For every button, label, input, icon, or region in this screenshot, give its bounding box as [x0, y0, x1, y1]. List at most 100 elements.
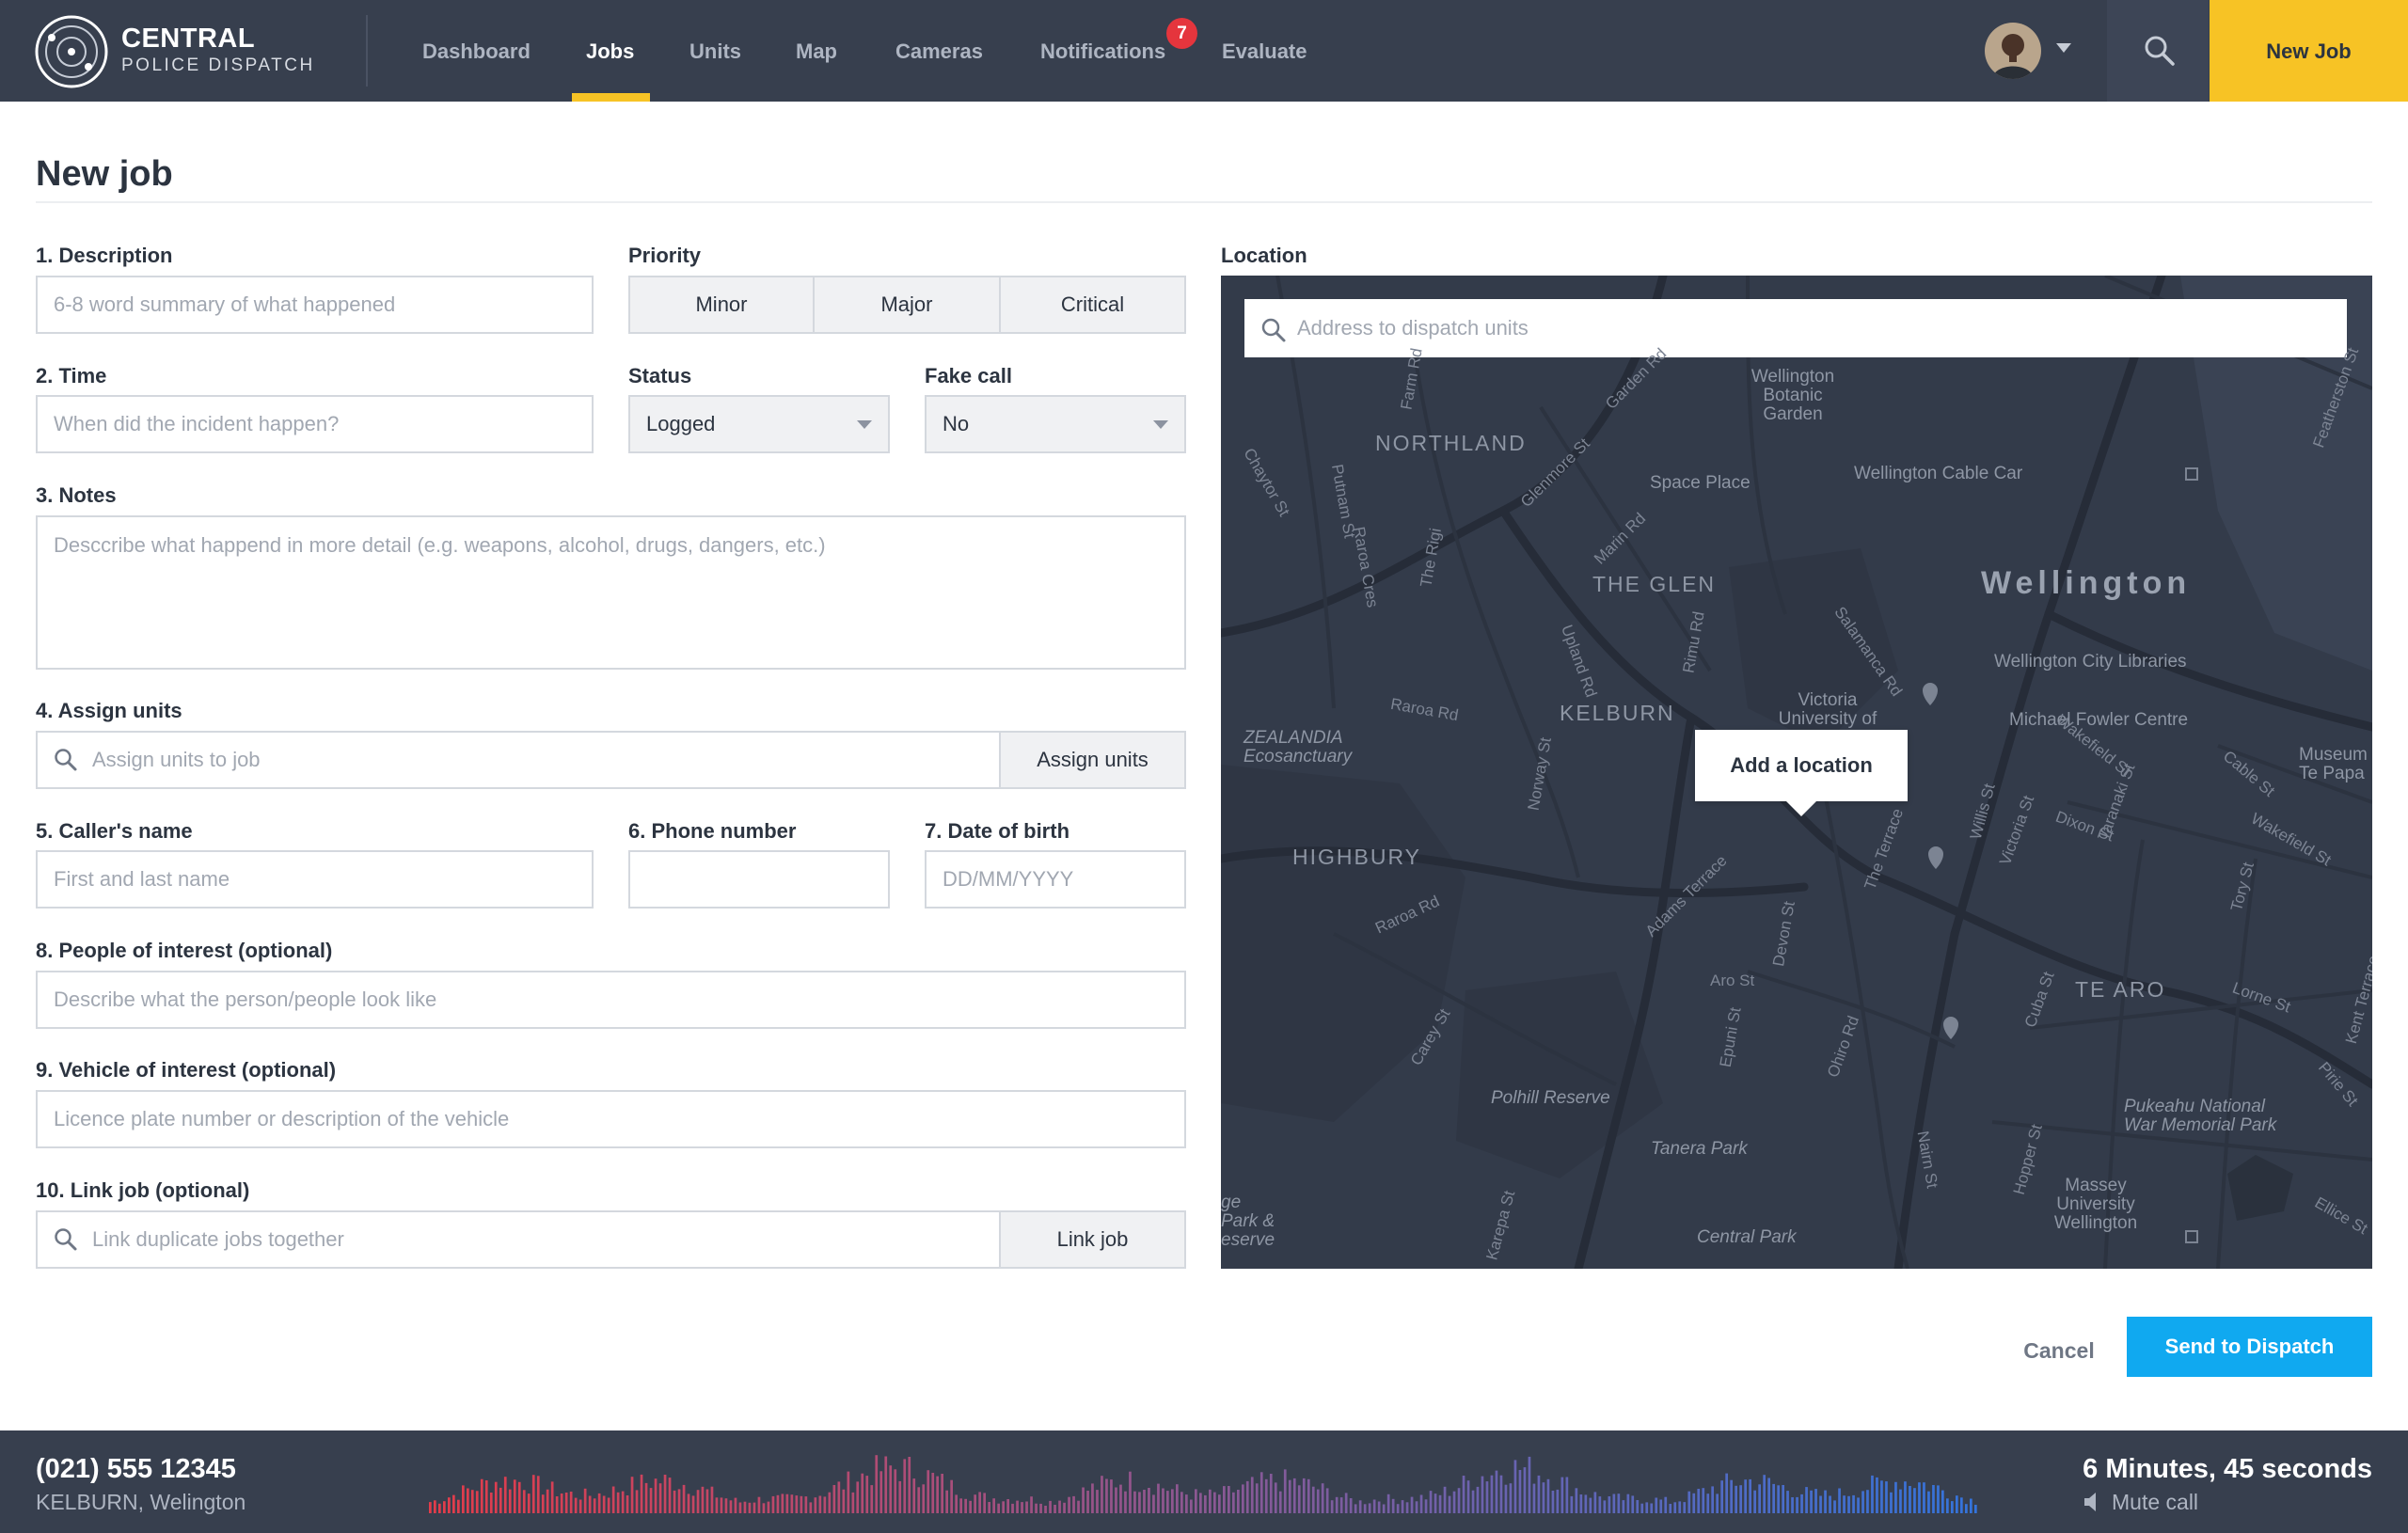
- waveform-bar: [1871, 1475, 1874, 1513]
- time-input[interactable]: [36, 395, 594, 453]
- vehicle-input[interactable]: [36, 1090, 1186, 1148]
- waveform-bar: [1021, 1502, 1023, 1513]
- people-input[interactable]: [36, 971, 1186, 1029]
- waveform-bar: [574, 1497, 578, 1513]
- waveform-bar: [569, 1492, 573, 1513]
- waveform-bar: [668, 1478, 672, 1513]
- waveform-bar: [1386, 1493, 1390, 1513]
- waveform-bar: [654, 1478, 657, 1513]
- nav-units[interactable]: Units: [689, 0, 741, 102]
- notes-textarea[interactable]: [36, 515, 1186, 670]
- waveform-bar: [1204, 1494, 1207, 1513]
- waveform-bar: [1410, 1496, 1414, 1513]
- waveform-bar: [988, 1502, 990, 1513]
- waveform-bar: [776, 1494, 780, 1513]
- waveform-bar: [1598, 1496, 1602, 1513]
- speaker-icon: [2084, 1493, 2096, 1511]
- map-label-space-place: Space Place: [1650, 473, 1751, 493]
- dob-input[interactable]: [925, 850, 1186, 909]
- mute-call-button[interactable]: Mute call: [2083, 1490, 2198, 1515]
- waveform-bar: [536, 1476, 540, 1513]
- waveform-bar: [1937, 1485, 1940, 1513]
- waveform-bar: [1250, 1477, 1254, 1513]
- waveform-bar: [1702, 1488, 1705, 1513]
- waveform-bar: [1152, 1494, 1155, 1513]
- map-label-central-park: Central Park: [1697, 1227, 1797, 1247]
- nav-map[interactable]: Map: [796, 0, 837, 102]
- waveform-bar: [1068, 1496, 1070, 1513]
- waveform-bar: [1970, 1498, 1972, 1513]
- priority-critical-button[interactable]: Critical: [999, 276, 1186, 334]
- phone-input[interactable]: [628, 850, 890, 909]
- waveform-bar: [1101, 1476, 1103, 1513]
- priority-major-button[interactable]: Major: [813, 276, 1001, 334]
- waveform-bar: [1335, 1496, 1339, 1513]
- waveform-bar: [1405, 1502, 1409, 1513]
- waveform-bar: [715, 1497, 719, 1513]
- waveform-bar: [1927, 1491, 1930, 1513]
- waveform-bar: [1363, 1504, 1367, 1513]
- waveform-bar: [978, 1492, 981, 1513]
- status-select[interactable]: Logged: [628, 395, 890, 453]
- caller-name-input[interactable]: [36, 850, 594, 909]
- waveform-bar: [597, 1493, 601, 1513]
- user-avatar[interactable]: [1985, 23, 2041, 79]
- dob-label: 7. Date of birth: [925, 819, 1070, 843]
- waveform-bar: [1720, 1480, 1723, 1513]
- location-map[interactable]: NORTHLAND THE GLEN KELBURN HIGHBURY TE A…: [1221, 276, 2372, 1269]
- map-label-cable-car: Wellington Cable Car: [1854, 464, 2023, 483]
- waveform-bar: [673, 1490, 676, 1513]
- assign-units-input[interactable]: [36, 731, 1001, 789]
- nav-notifications[interactable]: Notifications: [1040, 0, 1165, 102]
- waveform-bar: [1199, 1493, 1202, 1513]
- waveform-bar: [1242, 1484, 1244, 1513]
- assign-units-label: 4. Assign units: [36, 699, 182, 722]
- send-to-dispatch-button[interactable]: Send to Dispatch: [2127, 1317, 2372, 1377]
- waveform-bar: [1049, 1500, 1052, 1513]
- waveform-bar: [522, 1490, 526, 1513]
- brand[interactable]: CENTRAL POLICE DISPATCH: [121, 24, 315, 78]
- status-label: Status: [628, 364, 692, 387]
- waveform-bar: [1697, 1489, 1701, 1513]
- global-search-button[interactable]: [2107, 0, 2209, 102]
- waveform-bar: [1006, 1499, 1009, 1513]
- map-label-polhill-reserve: Polhill Reserve: [1491, 1088, 1610, 1108]
- waveform-bar: [616, 1492, 620, 1513]
- link-job-input[interactable]: [36, 1210, 1001, 1269]
- waveform-bar: [734, 1497, 737, 1513]
- waveform-bar: [1415, 1501, 1418, 1513]
- waveform-bar: [1396, 1504, 1400, 1513]
- waveform-bar: [1763, 1475, 1766, 1513]
- cancel-button[interactable]: Cancel: [2004, 1317, 2115, 1377]
- search-icon: [2145, 36, 2175, 66]
- waveform-bar: [1044, 1506, 1047, 1513]
- nav-dashboard[interactable]: Dashboard: [422, 0, 531, 102]
- assign-units-button[interactable]: Assign units: [999, 731, 1186, 789]
- user-menu-chevron-down-icon[interactable]: [2056, 43, 2071, 53]
- waveform-bar: [462, 1485, 465, 1513]
- waveform-bar: [1185, 1494, 1188, 1513]
- nav-jobs[interactable]: Jobs: [586, 0, 634, 102]
- phone-label: 6. Phone number: [628, 819, 797, 843]
- add-location-popup[interactable]: Add a location: [1695, 730, 1908, 816]
- waveform-bar: [701, 1486, 705, 1513]
- new-job-button[interactable]: New Job: [2210, 0, 2408, 102]
- waveform-bar: [1115, 1487, 1117, 1513]
- waveform-bar: [818, 1495, 822, 1513]
- waveform-bar: [560, 1493, 563, 1513]
- waveform-bar: [1218, 1494, 1221, 1513]
- waveform-bar: [1307, 1478, 1310, 1513]
- description-input[interactable]: [36, 276, 594, 334]
- waveform-bar: [1195, 1489, 1197, 1513]
- nav-cameras[interactable]: Cameras: [895, 0, 983, 102]
- waveform-bar: [499, 1487, 502, 1513]
- waveform-bar: [1805, 1487, 1808, 1513]
- waveform-bar: [1481, 1476, 1484, 1513]
- waveform-bar: [484, 1480, 488, 1513]
- fake-call-select[interactable]: No: [925, 395, 1186, 453]
- nav-evaluate[interactable]: Evaluate: [1222, 0, 1307, 102]
- link-job-button[interactable]: Link job: [999, 1210, 1186, 1269]
- waveform-bar: [1749, 1478, 1751, 1513]
- priority-minor-button[interactable]: Minor: [628, 276, 815, 334]
- waveform-bar: [1382, 1504, 1386, 1513]
